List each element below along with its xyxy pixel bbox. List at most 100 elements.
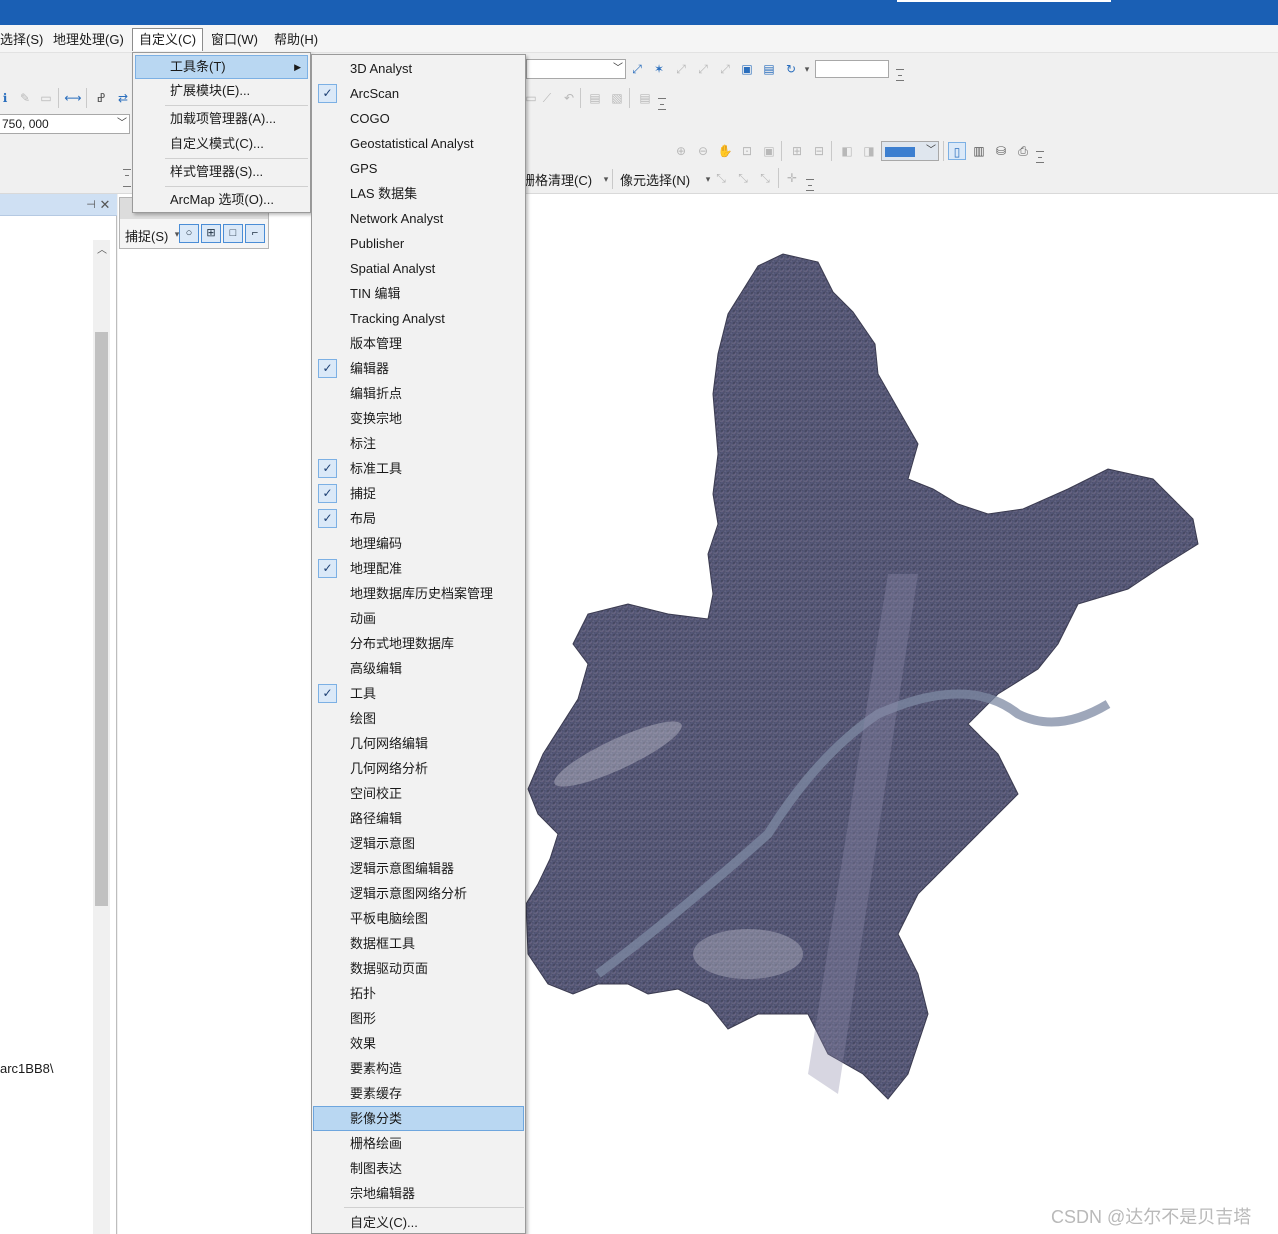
find-binoculars-icon[interactable]: ߝ	[92, 89, 110, 107]
toolbar-toggle-item[interactable]: 逻辑示意图编辑器	[313, 856, 524, 881]
html-popup-icon[interactable]: ▭	[37, 89, 55, 107]
toolbar-toggle-item[interactable]: ✓ 地理配准	[313, 556, 524, 581]
map-scale-combobox[interactable]: 750, 000 ﹀	[0, 114, 130, 134]
generate-features-icon[interactable]: ▣	[738, 60, 756, 78]
data-driven-pages-icon[interactable]: ⎙	[1014, 142, 1032, 160]
menu-window[interactable]: 窗口(W)	[205, 28, 264, 51]
toolbar-toggle-item[interactable]: ✓ 布局	[313, 506, 524, 531]
title-search-box[interactable]	[897, 0, 1111, 2]
raster-trace-icon[interactable]: ⤢	[694, 60, 712, 78]
toolbar-toggle-item[interactable]: COGO	[313, 106, 524, 131]
edit-pencil-icon[interactable]: ✎	[16, 89, 34, 107]
previous-extent-icon[interactable]: ◧	[838, 142, 856, 160]
toolbar-toggle-item[interactable]: 高级编辑	[313, 656, 524, 681]
menu-style-manager[interactable]: 样式管理器(S)...	[135, 160, 308, 184]
end-snap-icon[interactable]: ⊞	[201, 224, 221, 243]
toolbar-toggle-item[interactable]: 变换宗地	[313, 406, 524, 431]
zoom-in-layout-icon[interactable]: ⊕	[672, 142, 690, 160]
toolbar-toggle-item[interactable]: LAS 数据集	[313, 181, 524, 206]
toolbar-toggle-item[interactable]: ✓ 捕捉	[313, 481, 524, 506]
attributes-icon[interactable]: ▤	[586, 89, 604, 107]
close-icon[interactable]: ✕	[96, 196, 114, 214]
toolbar-toggle-item[interactable]: ✓ ArcScan	[313, 81, 524, 106]
toolbar-toggle-item[interactable]: ✓ 标准工具	[313, 456, 524, 481]
toc-scrollbar-thumb[interactable]	[95, 332, 108, 906]
pixel-select-icon[interactable]: ⤡	[712, 169, 730, 187]
cleanup-icon[interactable]: ⤢	[716, 60, 734, 78]
toolbar-toggle-item[interactable]: Spatial Analyst	[313, 256, 524, 281]
scroll-up-icon[interactable]: ︿	[93, 242, 111, 260]
toolbar-toggle-item[interactable]: 几何网络分析	[313, 756, 524, 781]
toolbar-toggle-item[interactable]: 动画	[313, 606, 524, 631]
change-layout-icon[interactable]: ⛁	[992, 142, 1010, 160]
toolbar-toggle-item[interactable]: 宗地编辑器	[313, 1181, 524, 1206]
toolbar-toggle-item[interactable]: Network Analyst	[313, 206, 524, 231]
toolbar-toggle-item[interactable]: 分布式地理数据库	[313, 631, 524, 656]
toc-scrollbar[interactable]: ︿	[93, 240, 110, 1234]
toolbar-toggle-item[interactable]: 几何网络编辑	[313, 731, 524, 756]
sketch-properties-icon[interactable]: ▧	[608, 89, 626, 107]
reshape-icon[interactable]: ⟋	[538, 89, 556, 107]
toolbar-toggle-item[interactable]: 地理编码	[313, 531, 524, 556]
toolbar-toggle-item[interactable]: 3D Analyst	[313, 56, 524, 81]
sketch-tool-icon[interactable]: ✶	[650, 60, 668, 78]
toolbar-toggle-item[interactable]: 绘图	[313, 706, 524, 731]
toolbar-grip[interactable]	[896, 69, 904, 81]
toolbar-grip[interactable]	[658, 98, 666, 110]
toolbar-toggle-item[interactable]: ✓ 工具	[313, 681, 524, 706]
symbol-value-field[interactable]	[815, 60, 889, 78]
toolbar-toggle-item[interactable]: 逻辑示意图	[313, 831, 524, 856]
pan-layout-icon[interactable]: ✋	[716, 142, 734, 160]
crosshair-icon[interactable]: ✛	[783, 169, 801, 187]
toolbar-toggle-item[interactable]: Tracking Analyst	[313, 306, 524, 331]
menu-customize[interactable]: 自定义(C)	[132, 28, 204, 51]
toolbar-toggle-item[interactable]: Publisher	[313, 231, 524, 256]
toolbar-toggle-item[interactable]: 效果	[313, 1031, 524, 1056]
toolbar-toggle-item[interactable]: 路径编辑	[313, 806, 524, 831]
edge-snap-icon[interactable]: ⌐	[245, 224, 265, 243]
menu-toolbars[interactable]: 工具条(T) ▶	[135, 55, 308, 79]
toolbar-toggle-item[interactable]: 拓扑	[313, 981, 524, 1006]
vertex-snap-icon[interactable]: □	[223, 224, 243, 243]
pixel-remove-icon[interactable]: ⤡	[756, 169, 774, 187]
raster-cleanup-menu[interactable]: 栅格清理(C)	[522, 170, 592, 189]
menu-arcmap-options[interactable]: ArcMap 选项(O)...	[135, 188, 308, 212]
toolbar-toggle-item[interactable]: 制图表达	[313, 1156, 524, 1181]
add-vertex-icon[interactable]: ⤢	[628, 60, 646, 78]
menu-customize-toolbars[interactable]: 自定义(C)...	[313, 1210, 524, 1234]
toolbar-toggle-item[interactable]: 数据框工具	[313, 931, 524, 956]
toolbar-toggle-item[interactable]: 栅格绘画	[313, 1131, 524, 1156]
menu-extensions[interactable]: 扩展模块(E)...	[135, 79, 308, 103]
toolbar-toggle-item[interactable]: 版本管理	[313, 331, 524, 356]
caret-down-icon[interactable]: ▾	[798, 60, 816, 78]
fixed-zoom-out-icon[interactable]: ⊟	[810, 142, 828, 160]
toolbar-grip[interactable]	[123, 169, 131, 187]
toggle-draft-mode-icon[interactable]: ▯	[948, 142, 966, 160]
map-display[interactable]	[118, 194, 1278, 1234]
toolbar-toggle-item[interactable]: 数据驱动页面	[313, 956, 524, 981]
route-icon[interactable]: ⇄	[114, 89, 132, 107]
menu-customize-mode[interactable]: 自定义模式(C)...	[135, 132, 308, 156]
vectorize-icon[interactable]: ⤢	[672, 60, 690, 78]
snapping-menu[interactable]: 捕捉(S)	[125, 226, 168, 245]
toolbar-toggle-item[interactable]: 空间校正	[313, 781, 524, 806]
window-settings-icon[interactable]: ▤	[760, 60, 778, 78]
pixel-select-menu[interactable]: 像元选择(N)	[620, 170, 690, 189]
menu-addin-manager[interactable]: 加载项管理器(A)...	[135, 107, 308, 131]
menu-help[interactable]: 帮助(H)	[268, 28, 324, 51]
toolbar-toggle-item[interactable]: 要素缓存	[313, 1081, 524, 1106]
toolbar-toggle-item[interactable]: 要素构造	[313, 1056, 524, 1081]
toolbar-grip[interactable]	[1036, 151, 1044, 163]
identify-icon[interactable]: ℹ	[0, 89, 14, 107]
toolbar-toggle-item[interactable]: 逻辑示意图网络分析	[313, 881, 524, 906]
toolbar-toggle-item[interactable]: 图形	[313, 1006, 524, 1031]
toolbar-grip[interactable]	[806, 179, 814, 191]
menu-geoprocessing[interactable]: 地理处理(G)	[47, 28, 130, 51]
toolbar-toggle-item[interactable]: 地理数据库历史档案管理	[313, 581, 524, 606]
fixed-zoom-in-icon[interactable]: ⊞	[788, 142, 806, 160]
measure-icon[interactable]: ⟷	[64, 89, 82, 107]
toolbar-toggle-item[interactable]: 编辑折点	[313, 381, 524, 406]
pixel-add-icon[interactable]: ⤡	[734, 169, 752, 187]
zoom-out-layout-icon[interactable]: ⊖	[694, 142, 712, 160]
undo-icon[interactable]: ↶	[560, 89, 578, 107]
